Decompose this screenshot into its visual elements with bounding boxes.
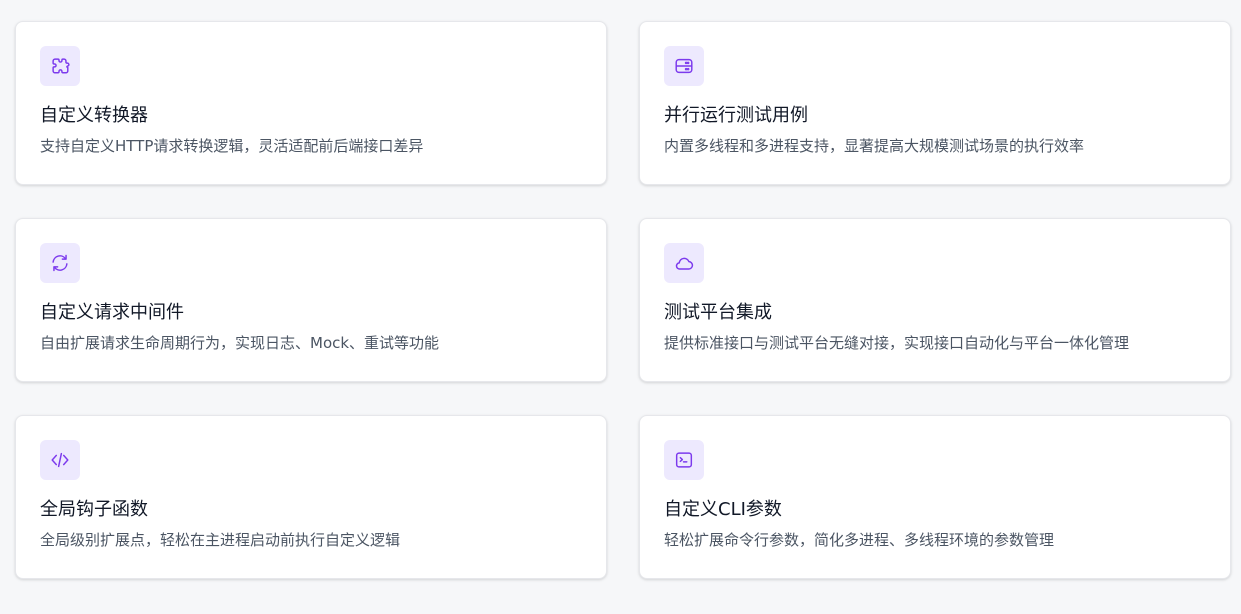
feature-title: 并行运行测试用例 (664, 105, 808, 126)
feature-card-cli-params: 自定义CLI参数 轻松扩展命令行参数，简化多进程、多线程环境的参数管理 (639, 415, 1231, 579)
feature-description: 内置多线程和多进程支持，显著提高大规模测试场景的执行效率 (664, 137, 1085, 155)
feature-title: 测试平台集成 (664, 302, 772, 323)
terminal-icon (664, 440, 704, 480)
server-icon (664, 46, 704, 86)
feature-card-global-hooks: 全局钩子函数 全局级别扩展点，轻松在主进程启动前执行自定义逻辑 (15, 415, 607, 579)
feature-card-request-middleware: 自定义请求中间件 自由扩展请求生命周期行为，实现日志、Mock、重试等功能 (15, 218, 607, 382)
feature-description: 提供标准接口与测试平台无缝对接，实现接口自动化与平台一体化管理 (664, 334, 1130, 352)
feature-description: 全局级别扩展点，轻松在主进程启动前执行自定义逻辑 (40, 531, 401, 549)
feature-description: 支持自定义HTTP请求转换逻辑，灵活适配前后端接口差异 (40, 137, 424, 155)
feature-card-parallel-tests: 并行运行测试用例 内置多线程和多进程支持，显著提高大规模测试场景的执行效率 (639, 21, 1231, 185)
feature-description: 自由扩展请求生命周期行为，实现日志、Mock、重试等功能 (40, 334, 440, 352)
feature-card-platform-integration: 测试平台集成 提供标准接口与测试平台无缝对接，实现接口自动化与平台一体化管理 (639, 218, 1231, 382)
cloud-icon (664, 243, 704, 283)
feature-description: 轻松扩展命令行参数，简化多进程、多线程环境的参数管理 (664, 531, 1055, 549)
feature-card-custom-converter: 自定义转换器 支持自定义HTTP请求转换逻辑，灵活适配前后端接口差异 (15, 21, 607, 185)
code-icon (40, 440, 80, 480)
feature-title: 自定义转换器 (40, 105, 148, 126)
feature-title: 全局钩子函数 (40, 499, 148, 520)
feature-title: 自定义CLI参数 (664, 499, 782, 520)
puzzle-icon (40, 46, 80, 86)
feature-grid: 自定义转换器 支持自定义HTTP请求转换逻辑，灵活适配前后端接口差异 并行运行测… (15, 21, 1231, 579)
refresh-icon (40, 243, 80, 283)
feature-title: 自定义请求中间件 (40, 302, 184, 323)
